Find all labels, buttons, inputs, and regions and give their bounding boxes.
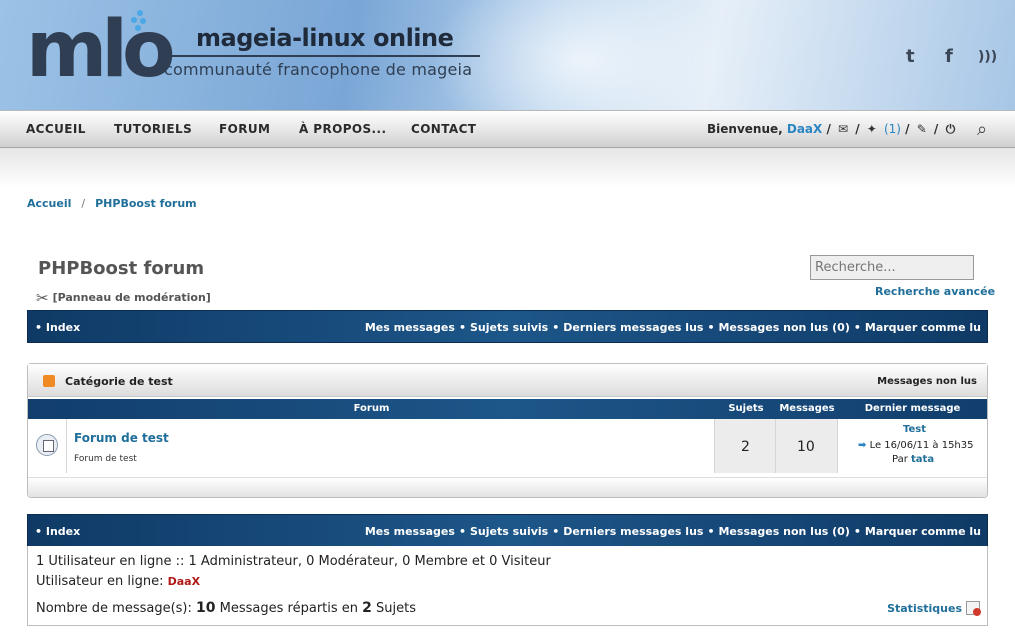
admin-alert-count[interactable]: (1) <box>884 122 901 136</box>
toolbar-links: Mes messages • Sujets suivis • Derniers mess… <box>364 321 981 334</box>
last-message-author: Par tata <box>892 454 935 465</box>
logo-divider <box>166 55 480 57</box>
forum-icon-cell <box>28 419 67 473</box>
nav-shadow <box>0 148 1015 188</box>
col-messages: Messages <box>779 403 835 414</box>
forum-name-link[interactable]: Forum de test <box>74 431 169 445</box>
forum-info-cell <box>67 419 715 473</box>
mail-icon[interactable]: ✉ <box>835 122 851 136</box>
breadcrumb-separator: / <box>81 197 86 210</box>
forum-description: Forum de test <box>74 454 137 464</box>
unread-messages-link[interactable]: Messages non lus (0) <box>718 321 849 334</box>
site-header: mlo mageia-linux online communauté franc… <box>0 0 1015 110</box>
category-title[interactable]: Catégorie de test <box>65 375 173 388</box>
moderation-panel-label[interactable]: [Panneau de modération] <box>53 291 211 304</box>
online-users: Utilisateur en ligne: DaaX <box>36 574 201 589</box>
forum-toolbar-top: • Index Mes messages • Sujets suivis • Derni… <box>27 310 988 343</box>
power-icon[interactable]: ⏻ <box>942 122 958 137</box>
last-message-date[interactable]: ➡ Le 16/06/11 à 15h35 <box>858 440 974 451</box>
category-rss-icon[interactable] <box>43 375 55 387</box>
statistics-link[interactable]: Statistiques <box>887 601 981 616</box>
mark-read-link-bottom[interactable]: Marquer comme lu <box>865 525 981 538</box>
category-block: Catégorie de test Messages non lus Forum… <box>27 363 988 498</box>
logo-dots <box>129 10 149 32</box>
search-input[interactable] <box>810 255 974 280</box>
my-messages-link-bottom[interactable]: Mes messages <box>365 525 455 538</box>
breadcrumb-forum[interactable]: PHPBoost forum <box>95 197 197 210</box>
last-read-link[interactable]: Derniers messages lus <box>563 321 703 334</box>
followed-topics-link-bottom[interactable]: Sujets suivis <box>470 525 548 538</box>
facebook-icon[interactable]: f <box>945 46 953 67</box>
message-count: 10 <box>196 600 216 616</box>
nav-accueil[interactable]: ACCUEIL <box>26 122 86 136</box>
advanced-search-link[interactable]: Recherche avancée <box>875 285 995 298</box>
forum-status-icon <box>36 434 58 456</box>
pencil-icon[interactable]: ✎ <box>914 122 930 136</box>
welcome-text: Bienvenue, <box>707 122 783 136</box>
forum-stats: 1 Utilisateur en ligne :: 1 Administrate… <box>27 546 988 626</box>
online-summary: 1 Utilisateur en ligne :: 1 Administrate… <box>36 554 551 569</box>
rss-icon[interactable]: ))) <box>978 49 997 65</box>
nav-contact[interactable]: CONTACT <box>411 122 476 136</box>
tools-icon: ✂ <box>36 289 49 307</box>
nav-a-propos[interactable]: À PROPOS... <box>299 122 386 136</box>
page-title: PHPBoost forum <box>38 258 205 279</box>
my-messages-link[interactable]: Mes messages <box>365 321 455 334</box>
mark-read-link[interactable]: Marquer comme lu <box>865 321 981 334</box>
last-message-user-link[interactable]: tata <box>911 454 934 465</box>
breadcrumb: Accueil / PHPBoost forum <box>27 197 197 210</box>
col-forum: Forum <box>353 403 390 414</box>
welcome-area: Bienvenue, DaaX / ✉ / ✦ (1) / ✎ / ⏻ <box>707 122 958 137</box>
message-stats: Nombre de message(s): 10 Messages répart… <box>36 600 417 616</box>
arrow-right-icon: ➡ <box>858 440 867 451</box>
toolbar-index-bottom[interactable]: • Index <box>35 525 80 538</box>
breadcrumb-accueil[interactable]: Accueil <box>27 197 71 210</box>
moderation-panel-link[interactable]: ✂ [Panneau de modération] <box>36 289 211 307</box>
followed-topics-link[interactable]: Sujets suivis <box>470 321 548 334</box>
forum-row: Forum de test Forum de test 2 10 Test ➡ … <box>28 419 987 473</box>
main-nav: ACCUEIL TUTORIELS FORUM À PROPOS... CONT… <box>0 110 1015 148</box>
search-icon[interactable]: ⌕ <box>977 119 987 140</box>
twitter-icon[interactable]: t <box>906 46 915 67</box>
site-title: mageia-linux online <box>196 24 454 52</box>
col-last-message: Dernier message <box>864 403 961 414</box>
forum-toolbar-bottom: • Index Mes messages • Sujets suivis • Derni… <box>27 514 988 547</box>
site-subtitle: communauté francophone de mageia <box>164 60 473 79</box>
forum-table-header: Forum Sujets Messages Dernier message <box>28 399 987 419</box>
col-topics: Sujets <box>728 403 764 414</box>
topic-count: 2 <box>362 600 372 616</box>
online-user-link[interactable]: DaaX <box>168 575 200 588</box>
unread-messages-link-bottom[interactable]: Messages non lus (0) <box>718 525 849 538</box>
category-unread-link[interactable]: Messages non lus <box>877 376 977 387</box>
last-read-link-bottom[interactable]: Derniers messages lus <box>563 525 703 538</box>
toolbar-index[interactable]: • Index <box>35 321 80 334</box>
forum-messages-count: 10 <box>797 439 815 455</box>
last-message-title[interactable]: Test <box>903 424 926 435</box>
nav-tutoriels[interactable]: TUTORIELS <box>114 122 192 136</box>
statistics-icon <box>966 601 981 616</box>
forum-topics-count: 2 <box>741 439 750 455</box>
wrench-icon[interactable]: ✦ <box>864 122 880 136</box>
category-header: Catégorie de test Messages non lus <box>28 364 987 397</box>
toolbar-links-bottom: Mes messages • Sujets suivis • Derniers mess… <box>364 525 981 538</box>
username-link[interactable]: DaaX <box>787 122 822 136</box>
nav-forum[interactable]: FORUM <box>219 122 270 136</box>
category-footer <box>28 477 987 497</box>
